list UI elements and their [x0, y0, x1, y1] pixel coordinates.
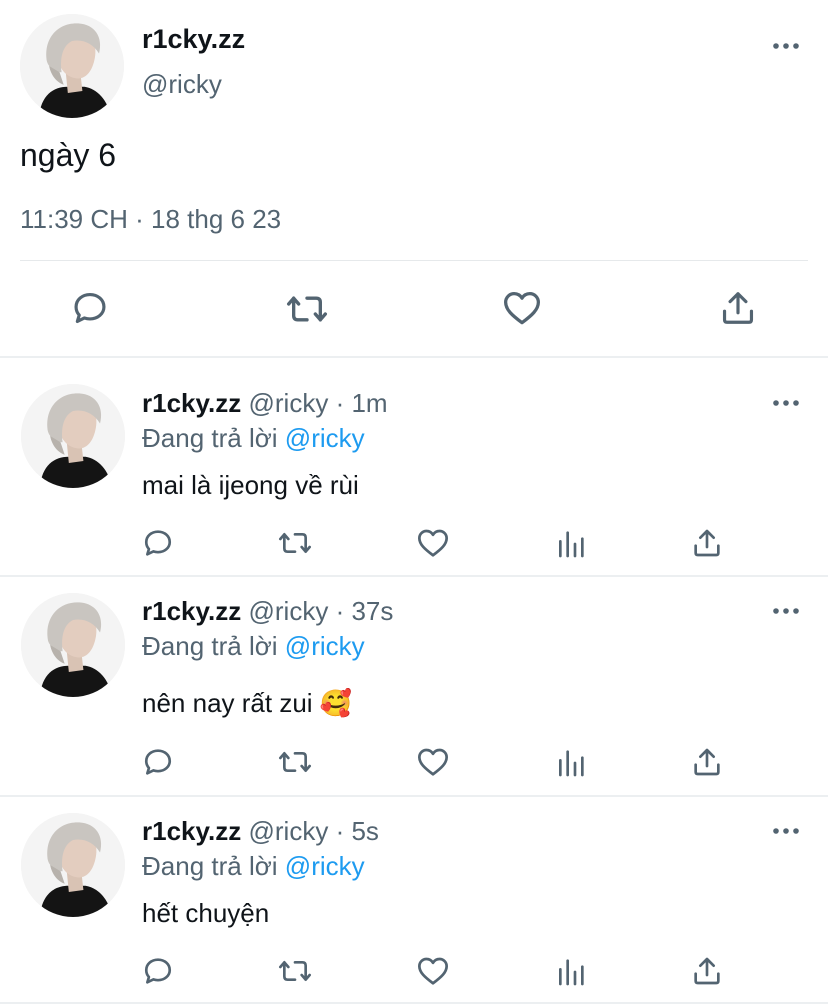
timestamp[interactable]: 11:39 CH · 18 thg 6 23 [20, 204, 281, 235]
mention-link[interactable]: @ricky [285, 631, 365, 661]
reply-button[interactable] [71, 289, 109, 327]
reply-icon [74, 292, 106, 324]
share-icon [722, 292, 754, 324]
heart-icon [418, 529, 448, 557]
replying-to-label: Đang trả lời [142, 851, 278, 881]
analytics-icon [559, 959, 584, 986]
relative-time[interactable]: · 5s [336, 816, 379, 846]
divider [0, 795, 828, 797]
avatar[interactable] [21, 593, 125, 697]
profile-photo-icon [20, 14, 124, 118]
reply-icon [144, 530, 172, 556]
like-button[interactable] [416, 747, 450, 777]
replying-to: Đang trả lời @ricky [142, 851, 365, 882]
avatar[interactable] [21, 384, 125, 488]
display-name[interactable]: r1cky.zz [142, 816, 241, 846]
reply-header: r1cky.zz @ricky · 1m [142, 388, 388, 419]
divider [0, 575, 828, 577]
profile-photo-icon [21, 593, 125, 697]
reply-icon [144, 958, 172, 984]
divider [0, 356, 828, 358]
avatar[interactable] [21, 813, 125, 917]
retweet-icon [279, 533, 311, 553]
like-button[interactable] [416, 956, 450, 986]
reply-button[interactable] [142, 527, 174, 559]
replying-to-label: Đang trả lời [142, 423, 278, 453]
share-icon [694, 748, 720, 776]
profile-photo-icon [21, 384, 125, 488]
handle[interactable]: @ricky [249, 816, 329, 846]
analytics-button[interactable] [555, 747, 587, 779]
reply-button[interactable] [142, 955, 174, 987]
more-horizontal-icon[interactable] [771, 821, 801, 841]
like-button[interactable] [416, 528, 450, 558]
handle[interactable]: @ricky [249, 388, 329, 418]
retweet-button[interactable] [277, 955, 313, 987]
share-button[interactable] [691, 746, 723, 778]
retweet-button[interactable] [277, 746, 313, 778]
retweet-icon [279, 961, 311, 981]
relative-time[interactable]: · 37s [336, 596, 394, 626]
avatar[interactable] [20, 14, 124, 118]
like-button[interactable] [502, 290, 542, 326]
display-name[interactable]: r1cky.zz [142, 24, 245, 55]
share-button[interactable] [691, 955, 723, 987]
retweet-icon [279, 752, 311, 772]
retweet-button[interactable] [277, 527, 313, 559]
reply-header: r1cky.zz @ricky · 5s [142, 816, 379, 847]
more-horizontal-icon[interactable] [771, 601, 801, 621]
display-name[interactable]: r1cky.zz [142, 388, 241, 418]
replying-to-label: Đang trả lời [142, 631, 278, 661]
analytics-button[interactable] [555, 956, 587, 988]
tweet-text-body: nên nay rất zui [142, 688, 313, 718]
mention-link[interactable]: @ricky [285, 851, 365, 881]
more-horizontal-icon[interactable] [771, 393, 801, 413]
share-button[interactable] [691, 527, 723, 559]
retweet-icon [286, 296, 327, 322]
replying-to: Đang trả lời @ricky [142, 423, 365, 454]
display-name[interactable]: r1cky.zz [142, 596, 241, 626]
handle[interactable]: @ricky [249, 596, 329, 626]
reply-button[interactable] [142, 746, 174, 778]
share-button[interactable] [719, 289, 757, 327]
share-icon [694, 529, 720, 557]
divider [20, 260, 808, 261]
reply-header: r1cky.zz @ricky · 37s [142, 596, 393, 627]
analytics-icon [559, 750, 584, 777]
more-horizontal-icon[interactable] [771, 36, 801, 56]
tweet-text: ngày 6 [20, 137, 117, 173]
analytics-button[interactable] [555, 528, 587, 560]
tweet-text: mai là ijeong về rùi [142, 470, 359, 500]
handle[interactable]: @ricky [142, 69, 222, 100]
share-icon [694, 957, 720, 985]
profile-photo-icon [21, 813, 125, 917]
smiling-face-with-hearts-emoji: 🥰 [319, 688, 353, 718]
tweet-text: hết chuyện [142, 898, 270, 928]
analytics-icon [559, 531, 584, 558]
reply-icon [144, 749, 172, 775]
replying-to: Đang trả lời @ricky [142, 631, 365, 662]
mention-link[interactable]: @ricky [285, 423, 365, 453]
heart-icon [504, 291, 540, 325]
heart-icon [418, 748, 448, 776]
tweet-text: nên nay rất zui 🥰 [142, 688, 352, 719]
heart-icon [418, 957, 448, 985]
relative-time[interactable]: · 1m [336, 388, 388, 418]
retweet-button[interactable] [285, 289, 329, 329]
